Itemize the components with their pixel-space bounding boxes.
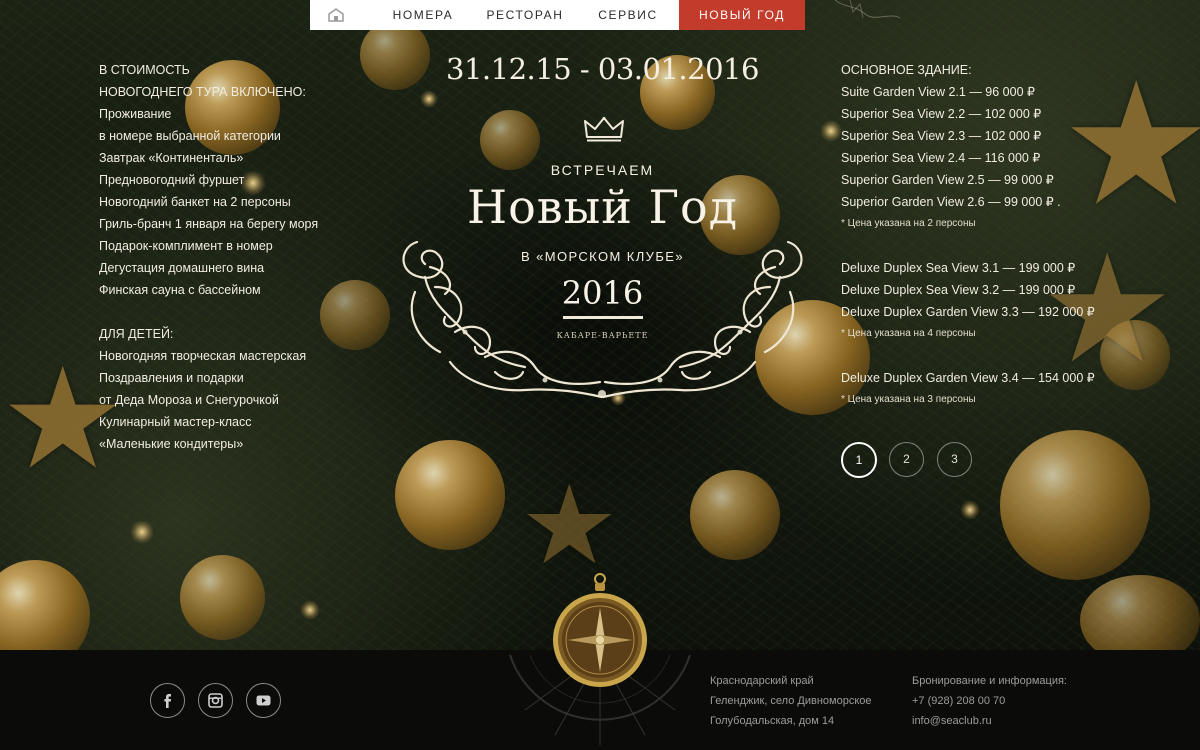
price-item: Deluxe Duplex Sea View 3.2 — 199 000 ₽: [841, 283, 1076, 297]
room-prices: ОСНОВНОЕ ЗДАНИЕ: Suite Garden View 2.1 —…: [841, 59, 1171, 411]
included-item: Новогодний банкет на 2 персоны: [99, 195, 291, 209]
price-item: Superior Garden View 2.6 — 99 000 ₽ .: [841, 195, 1061, 209]
email-link[interactable]: info@seaclub.ru: [912, 711, 1067, 731]
ornament-ball: [395, 440, 505, 550]
page-button-1[interactable]: 1: [841, 442, 877, 478]
compass-icon: [553, 573, 647, 687]
prices-heading: ОСНОВНОЕ ЗДАНИЕ:: [841, 63, 972, 77]
instagram-icon[interactable]: [198, 683, 233, 718]
included-item: Подарок-комплимент в номер: [99, 239, 273, 253]
included-item: Гриль-бранч 1 января на берегу моря: [99, 217, 319, 231]
price-item: Superior Sea View 2.3 — 102 000 ₽: [841, 129, 1042, 143]
page-title: Новый Год: [466, 180, 739, 234]
included-services: В СТОИМОСТЬ НОВОГОДНЕГО ТУРА ВКЛЮЧЕНО: П…: [99, 59, 399, 455]
ornament-ball: [480, 110, 540, 170]
included-item: Финская сауна с бассейном: [99, 283, 261, 297]
page-button-2[interactable]: 2: [889, 442, 924, 477]
address-line: Геленджик, село Дивноморское: [710, 695, 872, 707]
club-label: В «МОРСКОМ КЛУБЕ»: [521, 249, 684, 264]
youtube-icon[interactable]: [246, 683, 281, 718]
nav-item-service[interactable]: СЕРВИС: [588, 0, 668, 30]
meet-label: ВСТРЕЧАЕМ: [550, 162, 655, 178]
year-underline: [563, 316, 643, 319]
light-glow: [130, 520, 154, 544]
included-item: Завтрак «Континенталь»: [99, 151, 244, 165]
star-ornament: ★: [520, 461, 619, 589]
price-note: * Цена указана на 3 персоны: [841, 394, 976, 405]
page-button-3[interactable]: 3: [937, 442, 972, 477]
facebook-icon[interactable]: [150, 683, 185, 718]
price-item: Superior Sea View 2.4 — 116 000 ₽: [841, 151, 1041, 165]
kids-item: Кулинарный мастер-класс: [99, 415, 252, 429]
light-glow: [300, 600, 320, 620]
included-heading: В СТОИМОСТЬ: [99, 63, 190, 77]
footer-contacts: Бронирование и информация: +7 (928) 208 …: [912, 671, 1067, 731]
kids-item: Новогодняя творческая мастерская: [99, 349, 307, 363]
nav-item-restaurant[interactable]: РЕСТОРАН: [477, 0, 573, 30]
price-item: Deluxe Duplex Garden View 3.4 — 154 000 …: [841, 371, 1095, 385]
price-item: Deluxe Duplex Sea View 3.1 — 199 000 ₽: [841, 261, 1076, 275]
nav-item-new-year[interactable]: НОВЫЙ ГОД: [679, 0, 805, 30]
included-item: Проживание: [99, 107, 172, 121]
nav-decoration: [834, 0, 901, 19]
year-label: 2016: [561, 274, 644, 312]
price-item: Suite Garden View 2.1 — 96 000 ₽: [841, 85, 1035, 99]
nav-item-rooms[interactable]: НОМЕРА: [380, 0, 466, 30]
price-item: Deluxe Duplex Garden View 3.3 — 192 000 …: [841, 305, 1095, 319]
price-item: Superior Sea View 2.2 — 102 000 ₽: [841, 107, 1042, 121]
price-note: * Цена указана на 2 персоны: [841, 218, 976, 229]
light-glow: [420, 90, 438, 108]
event-dates: 31.12.15 - 03.01.2016: [446, 52, 759, 86]
light-glow: [960, 500, 980, 520]
price-note: * Цена указана на 4 персоны: [841, 328, 976, 339]
kids-item: «Маленькие кондитеры»: [99, 437, 244, 451]
included-item: в номере выбранной категории: [99, 129, 281, 143]
kids-item: Поздравления и подарки: [99, 371, 244, 385]
kids-item: от Деда Мороза и Снегурочкой: [99, 393, 279, 407]
home-icon[interactable]: [328, 8, 344, 22]
top-navigation: НОМЕРА РЕСТОРАН СЕРВИС НОВЫЙ ГОД: [0, 0, 1200, 30]
contacts-heading: Бронирование и информация:: [912, 675, 1067, 687]
footer-address: Краснодарский край Геленджик, село Дивно…: [710, 671, 872, 731]
phone-link[interactable]: +7 (928) 208 00 70: [912, 691, 1067, 711]
included-item: Предновогодний фуршет: [99, 173, 245, 187]
included-heading: НОВОГОДНЕГО ТУРА ВКЛЮЧЕНО:: [99, 85, 306, 99]
ornament-ball: [690, 470, 780, 560]
nav-bar: НОМЕРА РЕСТОРАН СЕРВИС НОВЫЙ ГОД: [310, 0, 805, 30]
address-line: Краснодарский край: [710, 675, 814, 687]
kids-heading: ДЛЯ ДЕТЕЙ:: [99, 327, 174, 341]
included-item: Дегустация домашнего вина: [99, 261, 265, 275]
address-line: Голубодальская, дом 14: [710, 715, 835, 727]
cabaret-label: КАБАРЕ-ВАРЬЕТЕ: [556, 331, 649, 340]
ornament-ball: [1000, 430, 1150, 580]
ornament-ball: [180, 555, 265, 640]
crown-icon: [584, 117, 624, 142]
price-item: Superior Garden View 2.5 — 99 000 ₽: [841, 173, 1054, 187]
light-glow: [820, 120, 842, 142]
